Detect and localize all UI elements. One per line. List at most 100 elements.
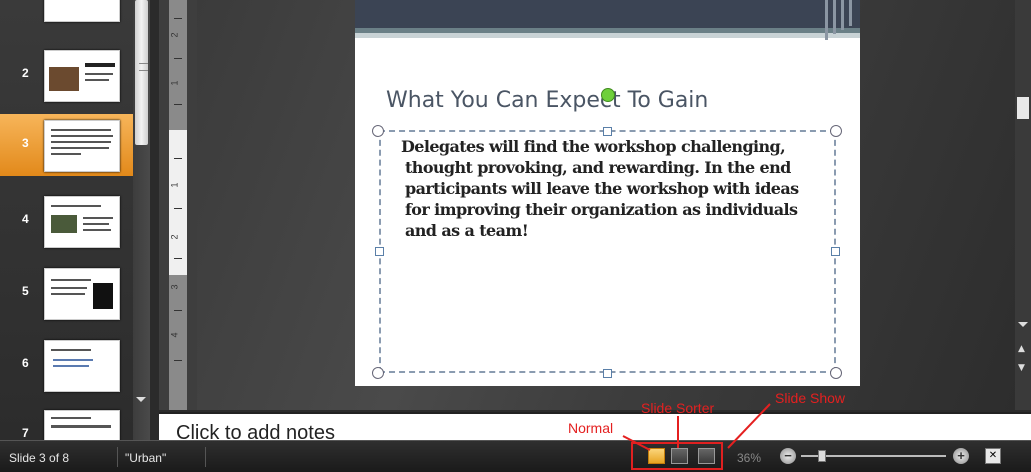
resize-handle[interactable] xyxy=(603,127,612,136)
thumbnail-scrollbar[interactable] xyxy=(133,0,150,440)
slide-decor-bar xyxy=(833,0,836,34)
ruler-tick xyxy=(174,258,182,259)
ruler-tick xyxy=(174,58,182,59)
thumb-text-line xyxy=(85,73,113,75)
thumbnail-number: 4 xyxy=(22,212,29,226)
thumbnail-number: 3 xyxy=(22,136,29,150)
thumb-text-line xyxy=(53,359,93,361)
zoom-slider-thumb[interactable] xyxy=(818,450,826,462)
scrollbar-grip xyxy=(139,63,148,71)
scrollbar-thumb[interactable] xyxy=(135,0,148,145)
thumbnail-row-2[interactable]: 2 xyxy=(0,44,133,106)
resize-handle[interactable] xyxy=(375,247,384,256)
ruler-number: 3 xyxy=(169,284,180,290)
slide-thumbnail[interactable] xyxy=(44,0,120,22)
thumb-text-line xyxy=(85,79,109,81)
resize-handle[interactable] xyxy=(831,247,840,256)
slide-thumbnail[interactable] xyxy=(44,50,120,102)
thumbnail-number: 5 xyxy=(22,284,29,298)
ruler-text-area xyxy=(169,130,187,275)
resize-handle[interactable] xyxy=(830,125,842,137)
rotate-handle-icon[interactable] xyxy=(601,88,615,102)
slide-vertical-scrollbar[interactable]: ▲ ▼ xyxy=(1015,0,1031,410)
ruler-number: 1 xyxy=(169,182,180,188)
thumb-text-line xyxy=(51,279,91,281)
fit-slide-to-window-icon[interactable]: ✕ xyxy=(985,448,1001,464)
thumb-text-line xyxy=(51,417,91,419)
thumb-image xyxy=(93,283,113,309)
slide-decor-bar xyxy=(849,0,852,26)
thumbnail-number: 7 xyxy=(22,426,29,440)
thumb-text-line xyxy=(51,287,87,289)
vertical-ruler: 2 1 1 2 3 4 xyxy=(159,0,197,410)
body-line: thought provoking, and rewarding. In the… xyxy=(405,158,791,177)
scrollbar-thumb[interactable] xyxy=(1017,97,1029,119)
thumb-text-line xyxy=(51,135,113,137)
previous-slide-icon[interactable]: ▲ xyxy=(1018,345,1025,354)
zoom-in-button[interactable]: + xyxy=(953,448,969,464)
resize-handle[interactable] xyxy=(372,367,384,379)
ruler-tick xyxy=(174,310,182,311)
thumb-text-line xyxy=(51,293,85,295)
thumbnail-row-3[interactable]: 3 xyxy=(0,114,133,176)
resize-handle[interactable] xyxy=(830,367,842,379)
annotation-slide-sorter: Slide Sorter xyxy=(641,400,715,416)
body-text-placeholder[interactable]: Delegates will find the workshop challen… xyxy=(379,130,836,373)
notes-placeholder[interactable]: Click to add notes xyxy=(176,422,335,442)
thumb-text-line xyxy=(53,365,89,367)
slide-canvas[interactable]: What You Can Expect To Gain Delegates wi… xyxy=(355,0,860,386)
theme-name[interactable]: "Urban" xyxy=(125,451,166,465)
resize-handle[interactable] xyxy=(603,369,612,378)
body-line: and as a team! xyxy=(405,221,529,240)
ruler-tick xyxy=(174,158,182,159)
thumb-text-line xyxy=(51,141,111,143)
thumbnail-row-6[interactable]: 6 xyxy=(0,334,133,396)
slide-header-stripe xyxy=(355,33,860,38)
slide-thumbnail[interactable] xyxy=(44,268,120,320)
thumb-text-line xyxy=(51,153,81,155)
thumb-text-line xyxy=(51,147,109,149)
thumb-text-line xyxy=(83,229,111,231)
ruler-tick xyxy=(174,104,182,105)
ruler-tick xyxy=(174,208,182,209)
scroll-down-arrow-icon[interactable] xyxy=(1018,322,1028,327)
slide-thumbnail[interactable] xyxy=(44,196,120,248)
body-line: for improving their organization as indi… xyxy=(405,200,798,219)
thumb-text-line xyxy=(85,63,115,67)
status-separator xyxy=(117,447,118,467)
thumb-text-line xyxy=(51,349,91,351)
thumbnail-row-5[interactable]: 5 xyxy=(0,262,133,324)
thumbnail-number: 6 xyxy=(22,356,29,370)
resize-handle[interactable] xyxy=(372,125,384,137)
slide-sorter-view-button[interactable] xyxy=(671,448,688,464)
slide-decor-bar xyxy=(841,0,844,30)
ruler-number: 2 xyxy=(169,234,180,240)
thumbnail-row-partial[interactable] xyxy=(0,0,133,44)
thumb-image xyxy=(49,67,79,91)
normal-view-button[interactable] xyxy=(648,448,665,464)
slide-thumbnail-pane: 2 3 4 5 6 7 xyxy=(0,0,133,462)
next-slide-icon[interactable]: ▼ xyxy=(1018,364,1025,373)
thumb-image xyxy=(51,215,77,233)
slide-title[interactable]: What You Can Expect To Gain xyxy=(386,88,708,113)
thumb-text-line xyxy=(83,217,113,219)
slide-counter: Slide 3 of 8 xyxy=(9,451,70,465)
slide-thumbnail-selected[interactable] xyxy=(44,120,120,172)
slide-header-band xyxy=(355,0,860,28)
zoom-out-button[interactable]: − xyxy=(780,448,796,464)
body-line: participants will leave the workshop wit… xyxy=(405,179,799,198)
ruler-number: 4 xyxy=(169,332,180,338)
body-line: Delegates will find the workshop challen… xyxy=(401,137,786,156)
thumb-text-line xyxy=(51,205,101,207)
slide-editing-area[interactable]: What You Can Expect To Gain Delegates wi… xyxy=(197,0,1015,410)
ruler-number: 2 xyxy=(169,32,180,38)
slide-thumbnail[interactable] xyxy=(44,340,120,392)
ruler-tick xyxy=(174,360,182,361)
zoom-level[interactable]: 36% xyxy=(737,451,761,465)
scroll-down-arrow-icon[interactable] xyxy=(136,397,146,402)
slide-show-button[interactable] xyxy=(698,448,715,464)
ruler-tick xyxy=(174,18,182,19)
thumbnail-row-4[interactable]: 4 xyxy=(0,190,133,252)
annotation-normal: Normal xyxy=(568,420,614,436)
slide-body-text[interactable]: Delegates will find the workshop challen… xyxy=(401,136,826,241)
